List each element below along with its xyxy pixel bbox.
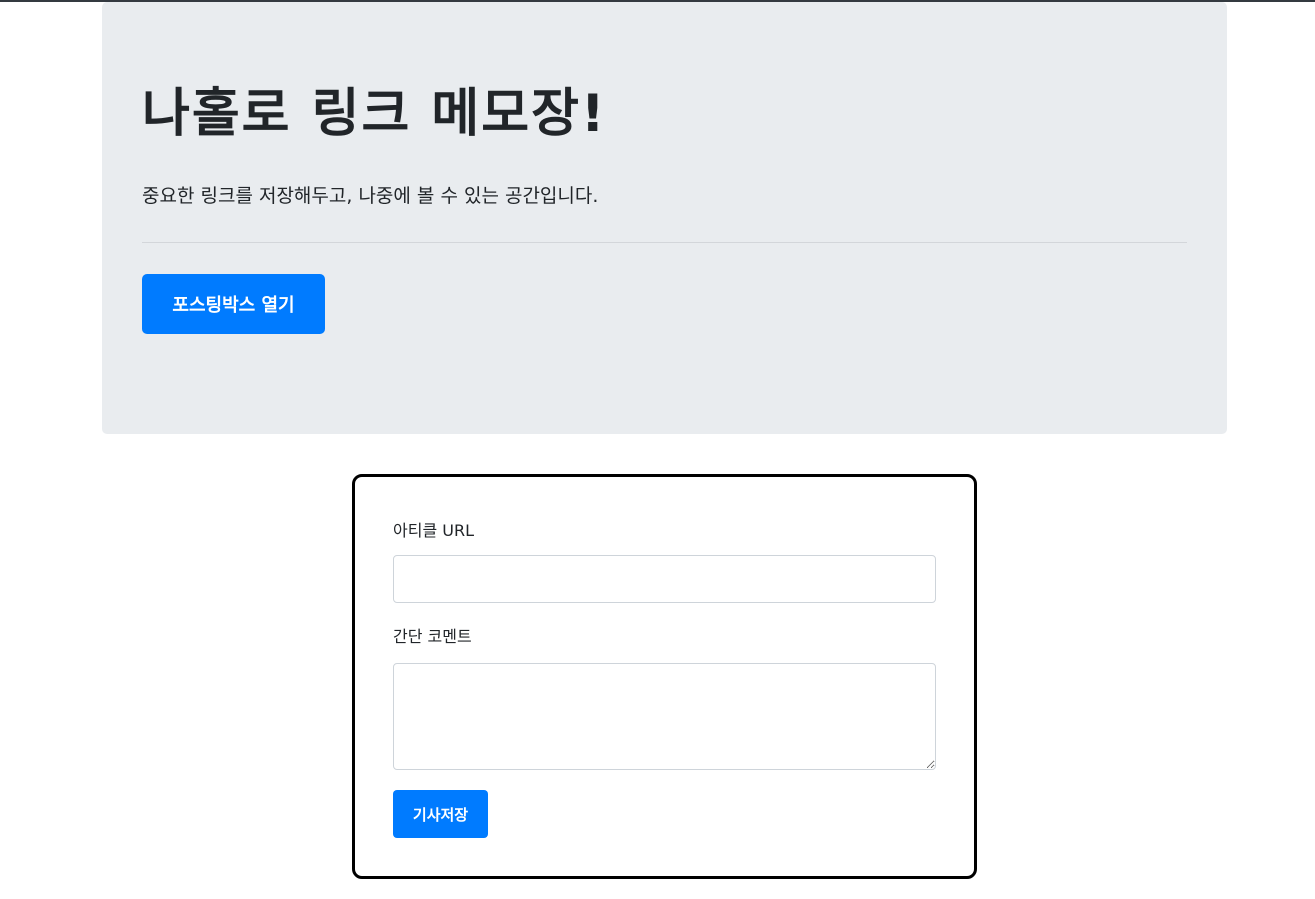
- url-label: 아티클 URL: [393, 521, 474, 540]
- divider: [142, 242, 1187, 243]
- posting-box: 아티클 URL 간단 코멘트 기사저장: [352, 474, 977, 879]
- comment-textarea[interactable]: [393, 663, 936, 770]
- page-description: 중요한 링크를 저장해두고, 나중에 볼 수 있는 공간입니다.: [142, 185, 599, 207]
- open-posting-box-button[interactable]: 포스팅박스 열기: [142, 274, 325, 334]
- url-input[interactable]: [393, 555, 936, 603]
- comment-label: 간단 코멘트: [393, 627, 472, 646]
- jumbotron: 나홀로 링크 메모장! 중요한 링크를 저장해두고, 나중에 볼 수 있는 공간…: [102, 2, 1227, 434]
- page-title: 나홀로 링크 메모장!: [142, 84, 607, 144]
- save-article-button[interactable]: 기사저장: [393, 790, 488, 838]
